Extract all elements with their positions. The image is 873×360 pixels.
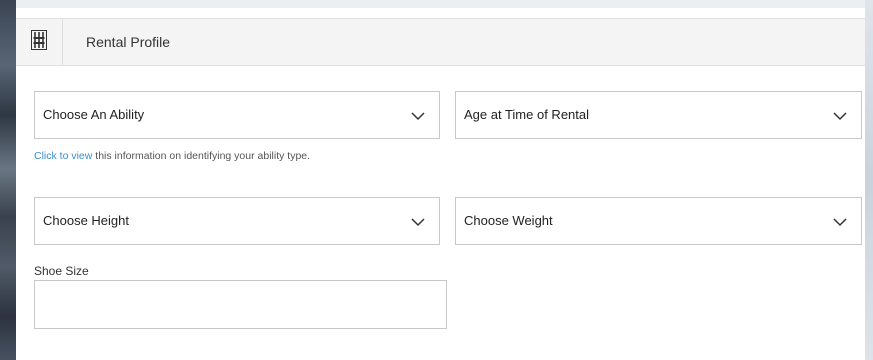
click-to-view-link[interactable]: Click to view (34, 150, 92, 162)
chevron-down-icon (411, 215, 425, 227)
ski-rack-icon (31, 29, 47, 55)
panel-header: Rental Profile (16, 18, 865, 66)
shoe-size-input[interactable] (34, 280, 447, 329)
panel-title: Rental Profile (86, 34, 171, 50)
helper-text: this information on identifying your abi… (92, 150, 311, 162)
screen: Rental Profile Choose An Ability Age at … (0, 0, 873, 360)
age-select-label: Age at Time of Rental (464, 107, 590, 122)
top-edge (16, 0, 865, 8)
background-photo-edge-left (0, 0, 16, 360)
height-select-label: Choose Height (43, 213, 129, 228)
shoe-size-label: Shoe Size (34, 264, 89, 278)
height-select[interactable]: Choose Height (34, 197, 440, 245)
ability-select-label: Choose An Ability (43, 107, 145, 122)
age-select[interactable]: Age at Time of Rental (455, 91, 862, 139)
chevron-down-icon (833, 109, 847, 121)
weight-select[interactable]: Choose Weight (455, 197, 862, 245)
chevron-down-icon (411, 109, 425, 121)
chevron-down-icon (833, 215, 847, 227)
background-edge-right (865, 0, 873, 360)
ability-helper-text: Click to view this information on identi… (34, 150, 310, 162)
header-icon-box (16, 19, 63, 65)
rental-profile-panel: Rental Profile Choose An Ability Age at … (16, 8, 865, 360)
weight-select-label: Choose Weight (464, 213, 553, 228)
ability-select[interactable]: Choose An Ability (34, 91, 440, 139)
